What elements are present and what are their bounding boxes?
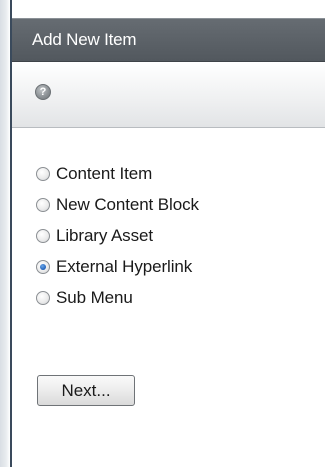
item-type-options: Content Item New Content Block Library A…: [36, 158, 199, 313]
option-label: Content Item: [56, 163, 153, 183]
help-icon[interactable]: ?: [35, 84, 51, 100]
radio-sub-menu[interactable]: [36, 290, 50, 305]
option-label: New Content Block: [56, 194, 199, 214]
help-icon-glyph: ?: [39, 86, 47, 98]
radio-content-item[interactable]: [36, 166, 50, 181]
radio-new-content-block[interactable]: [36, 197, 50, 212]
option-library-asset[interactable]: Library Asset: [36, 220, 199, 251]
panel-toolbar: ?: [12, 62, 325, 128]
add-new-item-panel: Add New Item ? Content Item New Content …: [10, 0, 325, 467]
option-sub-menu[interactable]: Sub Menu: [36, 282, 199, 313]
option-content-item[interactable]: Content Item: [36, 158, 199, 189]
panel-titlebar: Add New Item: [12, 18, 325, 62]
option-label: Library Asset: [56, 225, 153, 245]
next-button[interactable]: Next...: [37, 375, 135, 406]
option-new-content-block[interactable]: New Content Block: [36, 189, 199, 220]
radio-library-asset[interactable]: [36, 228, 50, 243]
page-background-edge: [0, 0, 10, 467]
panel-title: Add New Item: [32, 30, 137, 49]
option-label: Sub Menu: [56, 287, 133, 307]
option-external-hyperlink[interactable]: External Hyperlink: [36, 251, 199, 282]
option-label: External Hyperlink: [56, 256, 193, 276]
radio-external-hyperlink[interactable]: [36, 259, 50, 274]
